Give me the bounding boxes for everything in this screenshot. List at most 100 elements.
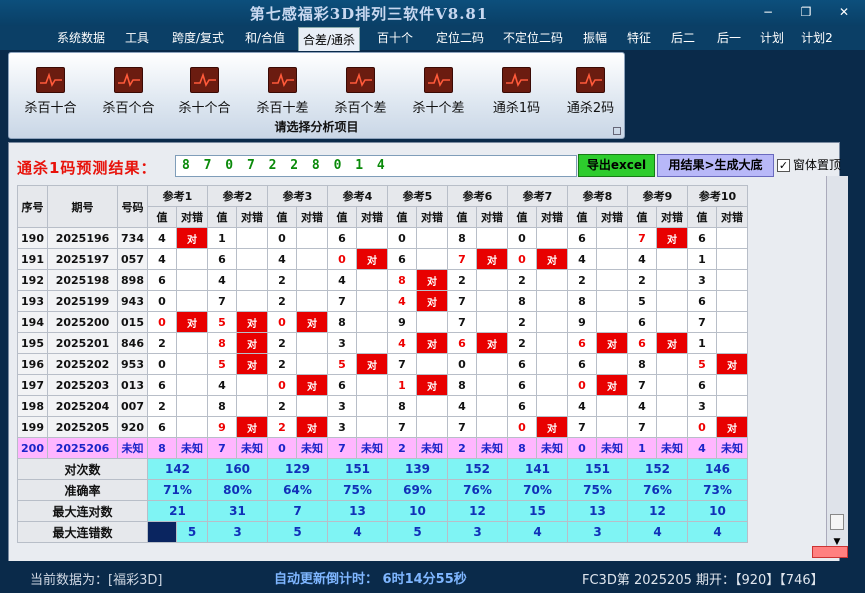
row-seq: 191: [17, 248, 48, 270]
ref-value: 2: [267, 269, 297, 291]
menu-item-1[interactable]: 工具: [120, 26, 154, 50]
table-row[interactable]: 199 2025205 920 6 9 对 2 对 3 7 7 0 对 7 7 0 对: [17, 416, 748, 438]
menu-item-5[interactable]: 百十个: [374, 26, 416, 50]
menu-item-8[interactable]: 振幅: [578, 26, 612, 50]
check-unknown: 未知: [296, 437, 328, 459]
ref-value: 5: [207, 311, 237, 333]
menu-item-4[interactable]: 合差/通杀: [298, 27, 360, 51]
ref-value: 6: [447, 332, 477, 354]
check-empty: [416, 395, 448, 417]
table-row[interactable]: 193 2025199 943 0 7 2 7 4 对 7 8 8 5 6: [17, 290, 748, 312]
ribbon-button-4[interactable]: 杀百个差: [323, 67, 398, 117]
ribbon-button-1[interactable]: 杀百个合: [91, 67, 166, 117]
row-seq: 192: [17, 269, 48, 291]
topmost-checkbox[interactable]: ✓ 窗体置顶: [777, 156, 841, 173]
check-empty: [176, 269, 208, 291]
ref-value: 7: [207, 290, 237, 312]
check-empty: [536, 395, 568, 417]
ref-value: 2: [147, 395, 177, 417]
check-empty: [236, 269, 268, 291]
export-excel-button[interactable]: 导出excel: [578, 154, 655, 177]
stat-value: 71%: [147, 479, 208, 501]
vertical-scrollbar[interactable]: ▼: [826, 176, 848, 558]
table-row[interactable]: 196 2025202 953 0 5 对 2 5 对 7 0 6 6 8 5 对: [17, 353, 748, 375]
ref-value: 4: [627, 395, 657, 417]
check-empty: [176, 248, 208, 270]
ref-value: 7: [627, 374, 657, 396]
check-ok: 对: [596, 374, 628, 396]
ref-value: 4: [207, 269, 237, 291]
check-empty: [416, 311, 448, 333]
chart-icon: [424, 67, 453, 93]
table-row[interactable]: 191 2025197 057 4 6 4 0 对 6 7 对 0 对 4 4 1: [17, 248, 748, 270]
table-row[interactable]: 198 2025204 007 2 8 2 3 8 4 6 4 4 3: [17, 395, 748, 417]
ribbon-button-3[interactable]: 杀百十差: [245, 67, 320, 117]
ref-value: 8: [147, 437, 177, 459]
table-row[interactable]: 195 2025201 846 2 8 对 2 3 4 对 6 对 2 6 对 6 对 1: [17, 332, 748, 354]
stat-value: 10: [687, 500, 748, 522]
ref-value: 0: [327, 248, 357, 270]
stat-value: 12: [447, 500, 508, 522]
row-number: 015: [117, 311, 148, 333]
close-button[interactable]: ✕: [834, 4, 854, 20]
minimize-button[interactable]: −: [758, 4, 778, 20]
ref-value: 2: [507, 269, 537, 291]
scroll-thumb[interactable]: [830, 514, 844, 530]
prediction-row[interactable]: 200 2025206 未知 8 未知 7 未知 0 未知 7 未知 2 未知 2 未知 8 未知 0 未知 1 未知 4…: [17, 437, 748, 459]
menu-item-9[interactable]: 特征: [622, 26, 656, 50]
stat-label: 最大连错数: [17, 521, 148, 543]
menu-item-6[interactable]: 定位二码: [430, 26, 490, 50]
menu-item-3[interactable]: 和/合值: [240, 26, 290, 50]
ribbon-caption: 请选择分析项目: [274, 120, 359, 134]
col-check: 对错: [356, 206, 388, 228]
menu-item-11[interactable]: 后一: [712, 26, 746, 50]
check-empty: [536, 332, 568, 354]
check-empty: [596, 311, 628, 333]
table-row[interactable]: 194 2025200 015 0 对 5 对 0 对 8 9 7 2 9 6 7: [17, 311, 748, 333]
result-field[interactable]: 8 7 0 7 2 2 8 0 1 4: [175, 155, 577, 177]
ref-value: 2: [567, 269, 597, 291]
check-unknown: 未知: [476, 437, 508, 459]
table-row[interactable]: 192 2025198 898 6 4 2 4 8 对 2 2 2 2 3: [17, 269, 748, 291]
topmost-label: 窗体置顶: [793, 158, 842, 172]
row-seq: 196: [17, 353, 48, 375]
ribbon-button-5[interactable]: 杀十个差: [401, 67, 476, 117]
checkbox-mark[interactable]: ✓: [777, 159, 790, 172]
ribbon-button-7[interactable]: 通杀2码: [553, 67, 628, 117]
ref-value: 6: [627, 332, 657, 354]
ribbon-button-0[interactable]: 杀百十合: [13, 67, 88, 117]
table-row[interactable]: 197 2025203 013 6 4 0 对 6 1 对 8 6 0 对 7 6: [17, 374, 748, 396]
menu-item-0[interactable]: 系统数据: [50, 26, 112, 50]
ribbon-expand-icon[interactable]: [613, 127, 621, 135]
menu-item-7[interactable]: 不定位二码: [497, 26, 569, 50]
prediction-grid: 序号 期号 号码 参考1 参考2 参考3 参考4 参考5 参考6 参考7 参考8 参考9 参考10 值对错…: [17, 185, 748, 543]
status-bar: 当前数据为：[福彩3D] 自动更新倒计时： 6时14分55秒 FC3D第 202…: [0, 561, 865, 593]
row-seq: 197: [17, 374, 48, 396]
check-empty: [596, 416, 628, 438]
menu-item-2[interactable]: 跨度/复式: [165, 26, 231, 50]
menu-item-12[interactable]: 计划: [755, 26, 789, 50]
stat-value: 80%: [207, 479, 268, 501]
col-value: 值: [507, 206, 537, 228]
ref-value: 0: [507, 227, 537, 249]
check-ok: 对: [476, 248, 508, 270]
check-empty: [296, 269, 328, 291]
ref-value: 6: [147, 269, 177, 291]
row-number: 734: [117, 227, 148, 249]
ribbon-button-2[interactable]: 杀十个合: [167, 67, 242, 117]
table-row[interactable]: 190 2025196 734 4 对 1 0 6 0 8 0 6 7 对 6: [17, 227, 748, 249]
col-check: 对错: [416, 206, 448, 228]
stat-row: 对次数 142 160 129 151 139 152 141 151 152 146: [17, 458, 748, 480]
stat-label: 准确率: [17, 479, 148, 501]
row-number: 953: [117, 353, 148, 375]
check-ok: 对: [236, 353, 268, 375]
menu-item-13[interactable]: 计划2: [800, 26, 834, 50]
menu-item-10[interactable]: 后二: [666, 26, 700, 50]
restore-button[interactable]: ❐: [796, 4, 816, 20]
check-empty: [656, 416, 688, 438]
ribbon-button-6[interactable]: 通杀1码: [479, 67, 554, 117]
generate-base-button[interactable]: 用结果>生成大底: [657, 154, 774, 177]
col-ref: 参考7: [507, 185, 568, 207]
col-value: 值: [147, 206, 177, 228]
check-empty: [716, 395, 748, 417]
